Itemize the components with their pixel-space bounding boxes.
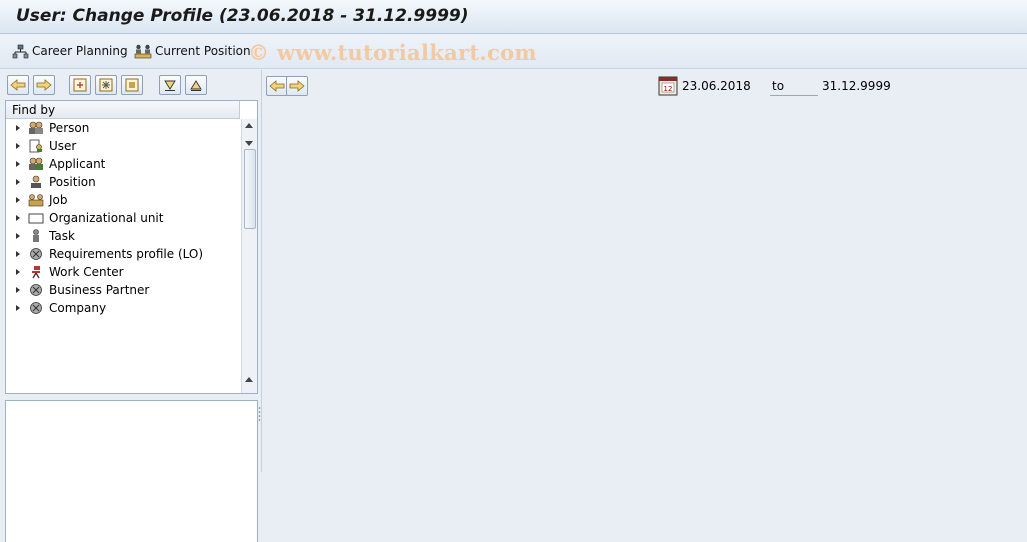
tree-tool-button-2[interactable]: [95, 75, 117, 95]
job-icon: [28, 193, 44, 207]
arrow-right-icon: [36, 79, 52, 91]
expand-arrow-icon[interactable]: [16, 197, 20, 203]
collapse-up-icon: [190, 80, 202, 91]
back-button[interactable]: [7, 75, 29, 95]
find-by-tree: Find by Person User Applicant Position J…: [5, 100, 258, 394]
business-partner-icon: [28, 283, 44, 297]
tree-item-label: Person: [49, 121, 90, 135]
expand-arrow-icon[interactable]: [16, 305, 20, 311]
expand-down-icon: [164, 80, 176, 91]
main-back-button[interactable]: [266, 76, 288, 96]
tree-item-label: Organizational unit: [49, 211, 164, 225]
tree-item-label: Applicant: [49, 157, 106, 171]
expand-arrow-icon[interactable]: [16, 215, 20, 221]
calendar-icon: 12: [658, 76, 678, 96]
watermark: © www.tutorialkart.com: [248, 40, 537, 65]
expand-arrow-icon[interactable]: [16, 251, 20, 257]
expand-arrow-icon[interactable]: [16, 125, 20, 131]
collapse-all-button[interactable]: [185, 75, 207, 95]
tree-item-applicant[interactable]: Applicant: [6, 155, 257, 173]
tree-tool-button-1[interactable]: [69, 75, 91, 95]
expand-arrow-icon[interactable]: [16, 287, 20, 293]
tree-item-task[interactable]: Task: [6, 227, 257, 245]
tree-item-label: Company: [49, 301, 107, 315]
main-forward-button[interactable]: [286, 76, 308, 96]
person-group-icon: [28, 121, 44, 135]
tree-item-position[interactable]: Position: [6, 173, 257, 191]
tree-tool-button-3[interactable]: [121, 75, 143, 95]
expand-all-button[interactable]: [159, 75, 181, 95]
work-center-icon: [28, 265, 44, 279]
tree-header: Find by: [6, 101, 240, 119]
tree-item-company[interactable]: Company: [6, 299, 257, 317]
expand-arrow-icon[interactable]: [16, 269, 20, 275]
current-position-button[interactable]: Current Position: [134, 42, 251, 60]
new-session-icon: [73, 78, 87, 92]
tree-item-work-center[interactable]: Work Center: [6, 263, 257, 281]
period-to-label: to: [772, 79, 785, 93]
scroll-up-icon[interactable]: [245, 123, 253, 128]
scroll-thumb[interactable]: [244, 149, 256, 229]
expand-arrow-icon[interactable]: [16, 179, 20, 185]
window-title: User: Change Profile (23.06.2018 - 31.12…: [16, 6, 469, 26]
tree-item-label: Job: [49, 193, 68, 207]
forward-button[interactable]: [33, 75, 55, 95]
person-position-icon: [134, 44, 152, 58]
tree-item-label: Work Center: [49, 265, 124, 279]
tree-item-person[interactable]: Person: [6, 119, 257, 137]
tree-item-label: Task: [49, 229, 75, 243]
applicant-icon: [28, 157, 44, 171]
tree-item-organizational-unit[interactable]: Organizational unit: [6, 209, 257, 227]
tree-item-label: Business Partner: [49, 283, 150, 297]
arrow-right-icon: [289, 80, 305, 92]
user-icon: [28, 139, 44, 153]
tree-item-requirements-profile[interactable]: Requirements profile (LO): [6, 245, 257, 263]
scroll-page-up-icon[interactable]: [245, 377, 253, 382]
requirements-icon: [28, 247, 44, 261]
arrow-left-icon: [269, 80, 285, 92]
scroll-down-icon[interactable]: [245, 141, 253, 146]
application-toolbar: Career Planning Current Position © www.t…: [0, 35, 1027, 69]
title-bar: User: Change Profile (23.06.2018 - 31.12…: [0, 0, 1027, 34]
tree-item-label: Position: [49, 175, 96, 189]
period-to-date: 31.12.9999: [822, 79, 891, 93]
expand-arrow-icon[interactable]: [16, 143, 20, 149]
tree-item-business-partner[interactable]: Business Partner: [6, 281, 257, 299]
company-icon: [28, 301, 44, 315]
svg-text:12: 12: [664, 85, 673, 93]
star-search-icon: [99, 78, 113, 92]
career-planning-label: Career Planning: [32, 44, 128, 58]
hierarchy-icon: [12, 44, 29, 58]
arrow-left-icon: [10, 79, 26, 91]
tree-item-label: Requirements profile (LO): [49, 247, 204, 261]
settings-sheet-icon: [125, 78, 139, 92]
career-planning-button[interactable]: Career Planning: [12, 42, 128, 60]
tree-item-label: User: [49, 139, 77, 153]
current-position-label: Current Position: [155, 44, 251, 58]
tree-scrollbar[interactable]: [241, 119, 257, 393]
search-results-area: [5, 400, 258, 542]
tree-item-job[interactable]: Job: [6, 191, 257, 209]
period-calendar-button[interactable]: 12: [658, 76, 678, 96]
position-icon: [28, 175, 44, 189]
left-navigation-pane: Find by Person User Applicant Position J…: [0, 70, 262, 542]
task-icon: [28, 229, 44, 243]
pane-splitter[interactable]: [258, 404, 261, 424]
expand-arrow-icon[interactable]: [16, 161, 20, 167]
tree-item-user[interactable]: User: [6, 137, 257, 155]
org-unit-icon: [28, 211, 44, 225]
period-from-date: 23.06.2018: [682, 79, 751, 93]
period-to-separator: [770, 95, 818, 96]
expand-arrow-icon[interactable]: [16, 233, 20, 239]
